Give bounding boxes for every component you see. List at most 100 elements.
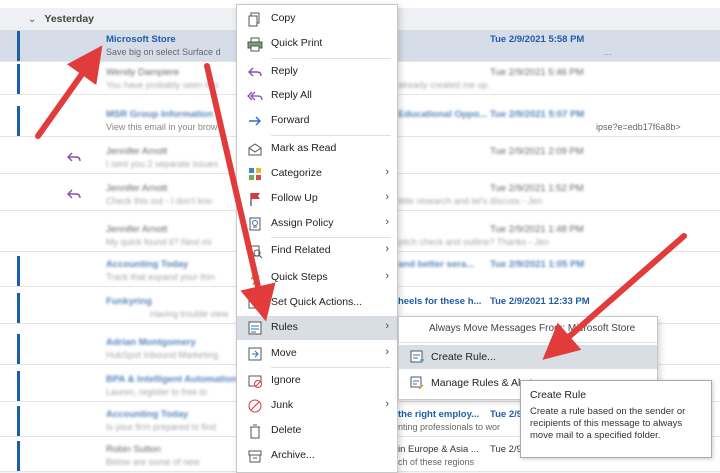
message-sender: Adrian Montgomery bbox=[106, 337, 196, 348]
message-preview: You have probably seen this bbox=[106, 80, 219, 90]
message-preview: Check this out - I don't kno bbox=[106, 196, 213, 206]
chevron-right-icon: › bbox=[385, 216, 389, 228]
menu-item-find-related[interactable]: Find Related › bbox=[237, 239, 397, 263]
create-rule-tooltip: Create Rule Create a rule based on the s… bbox=[520, 380, 712, 458]
move-icon bbox=[248, 347, 262, 361]
message-preview: HubSpot Inbound Marketing bbox=[106, 350, 219, 360]
menu-item-label: Reply All bbox=[271, 89, 312, 101]
reply-icon bbox=[248, 67, 262, 77]
menu-separator bbox=[271, 367, 391, 368]
menu-item-move[interactable]: Move › bbox=[237, 342, 397, 366]
manage-rules-icon bbox=[410, 376, 424, 390]
menu-item-delete[interactable]: Delete bbox=[237, 419, 397, 443]
message-preview: Track that expand your thin bbox=[106, 272, 215, 282]
delete-icon bbox=[250, 424, 260, 439]
chevron-right-icon: › bbox=[385, 270, 389, 282]
menu-item-label: Ignore bbox=[271, 374, 301, 386]
tooltip-title: Create Rule bbox=[530, 389, 587, 401]
unread-indicator bbox=[17, 406, 20, 436]
menu-item-reply-all[interactable]: Reply All bbox=[237, 84, 397, 108]
menu-item-categorize[interactable]: Categorize › bbox=[237, 162, 397, 186]
message-sender: MSR Group Information bbox=[106, 109, 214, 120]
message-preview: I sent you 2 separate issues bbox=[106, 159, 219, 169]
message-preview-tail: little research and let's discuss - Jen bbox=[398, 196, 543, 206]
menu-item-assign-policy[interactable]: Assign Policy › bbox=[237, 212, 397, 236]
always-move-messages-item[interactable]: Always Move Messages From: Microsoft Sto… bbox=[429, 323, 635, 334]
printer-icon bbox=[247, 37, 263, 52]
message-preview-tail: ch of these regions bbox=[398, 457, 475, 467]
menu-item-label: Mark as Read bbox=[271, 142, 337, 154]
unread-indicator bbox=[17, 256, 20, 286]
menu-item-label: Forward bbox=[271, 114, 310, 126]
menu-item-label: Set Quick Actions... bbox=[271, 296, 363, 308]
message-sender: Funkyring bbox=[106, 296, 152, 307]
quick-actions-icon bbox=[248, 297, 262, 309]
message-date: Tue 2/9/2021 1:52 PM bbox=[490, 183, 584, 194]
message-preview: View this email in your brow bbox=[106, 122, 218, 132]
chevron-right-icon: › bbox=[385, 243, 389, 255]
message-preview: My quick found it? Next mi bbox=[106, 237, 212, 247]
menu-item-quick-steps[interactable]: Quick Steps › bbox=[237, 266, 397, 290]
reply-all-icon bbox=[247, 91, 263, 101]
menu-item-mark-as-read[interactable]: Mark as Read bbox=[237, 137, 397, 161]
chevron-right-icon: › bbox=[385, 166, 389, 178]
lightning-icon bbox=[250, 270, 260, 286]
menu-item-label: Categorize bbox=[271, 167, 322, 179]
menu-item-label: Find Related bbox=[271, 244, 331, 256]
menu-item-archive[interactable]: Archive... bbox=[237, 444, 397, 468]
menu-item-label: Rules bbox=[271, 321, 298, 333]
forward-icon bbox=[249, 116, 261, 126]
menu-separator bbox=[399, 342, 657, 343]
message-subject: and better sera... bbox=[398, 259, 475, 270]
menu-item-ignore[interactable]: Ignore bbox=[237, 369, 397, 393]
menu-item-label: Copy bbox=[271, 12, 296, 24]
menu-item-follow-up[interactable]: Follow Up › bbox=[237, 187, 397, 211]
unread-indicator bbox=[17, 441, 20, 471]
message-subject: the right employ... bbox=[398, 409, 480, 420]
chevron-down-icon[interactable]: ⌄ bbox=[28, 14, 36, 25]
message-date: Tue 2/9/2021 5:07 PM bbox=[490, 109, 585, 120]
message-sender: Jennifer Arnott bbox=[106, 146, 168, 157]
rules-icon bbox=[248, 321, 262, 335]
message-sender: Accounting Today bbox=[106, 259, 189, 270]
menu-item-label: Archive... bbox=[271, 449, 315, 461]
message-date: Tue 2/9/2021 12:33 PM bbox=[490, 296, 590, 307]
unread-indicator bbox=[17, 293, 20, 323]
menu-item-reply[interactable]: Reply bbox=[237, 60, 397, 84]
create-rule-icon bbox=[410, 350, 424, 363]
menu-item-rules[interactable]: Rules › bbox=[237, 316, 397, 340]
menu-item-label: Quick Steps bbox=[271, 271, 328, 283]
menu-item-copy[interactable]: Copy bbox=[237, 7, 397, 31]
ignore-icon bbox=[248, 375, 262, 388]
menu-item-forward[interactable]: Forward bbox=[237, 109, 397, 133]
chevron-right-icon: › bbox=[385, 191, 389, 203]
menu-item-junk[interactable]: Junk › bbox=[237, 394, 397, 418]
archive-icon bbox=[248, 450, 262, 463]
message-sender: BPA & Intelligent Automation bbox=[106, 374, 238, 385]
create-rule-item[interactable]: Create Rule... bbox=[399, 345, 657, 369]
context-menu: Copy Quick Print Reply Reply All Forward… bbox=[236, 4, 398, 473]
message-sender: Jennifer Arnott bbox=[106, 183, 168, 194]
menu-item-label: Delete bbox=[271, 424, 302, 436]
replied-icon bbox=[67, 189, 81, 199]
group-label: Yesterday bbox=[44, 13, 95, 25]
menu-item-set-quick-actions[interactable]: Set Quick Actions... bbox=[237, 291, 397, 315]
envelope-open-icon bbox=[248, 143, 262, 156]
unread-indicator bbox=[17, 334, 20, 364]
menu-item-label: Junk bbox=[271, 399, 294, 411]
message-sender: Microsoft Store bbox=[106, 34, 176, 45]
tooltip-body: Create a rule based on the sender or rec… bbox=[530, 406, 686, 441]
menu-item-label: Reply bbox=[271, 65, 298, 77]
unread-indicator bbox=[17, 64, 20, 94]
junk-icon bbox=[248, 399, 262, 413]
menu-item-quick-print[interactable]: Quick Print bbox=[237, 32, 397, 56]
message-subject: Educational Oppo... bbox=[398, 109, 488, 120]
unread-indicator bbox=[17, 371, 20, 401]
flag-icon bbox=[250, 193, 260, 206]
message-sender: Jennifer Arnott bbox=[106, 224, 168, 235]
message-preview: Save big on select Surface d bbox=[106, 47, 221, 57]
message-date: Tue 2/9/2021 5:58 PM bbox=[490, 34, 585, 45]
message-preview: Is your firm prepared to find bbox=[106, 422, 217, 432]
message-date: Tue 2/9/2021 1:48 PM bbox=[490, 224, 584, 235]
policy-icon bbox=[249, 217, 261, 231]
